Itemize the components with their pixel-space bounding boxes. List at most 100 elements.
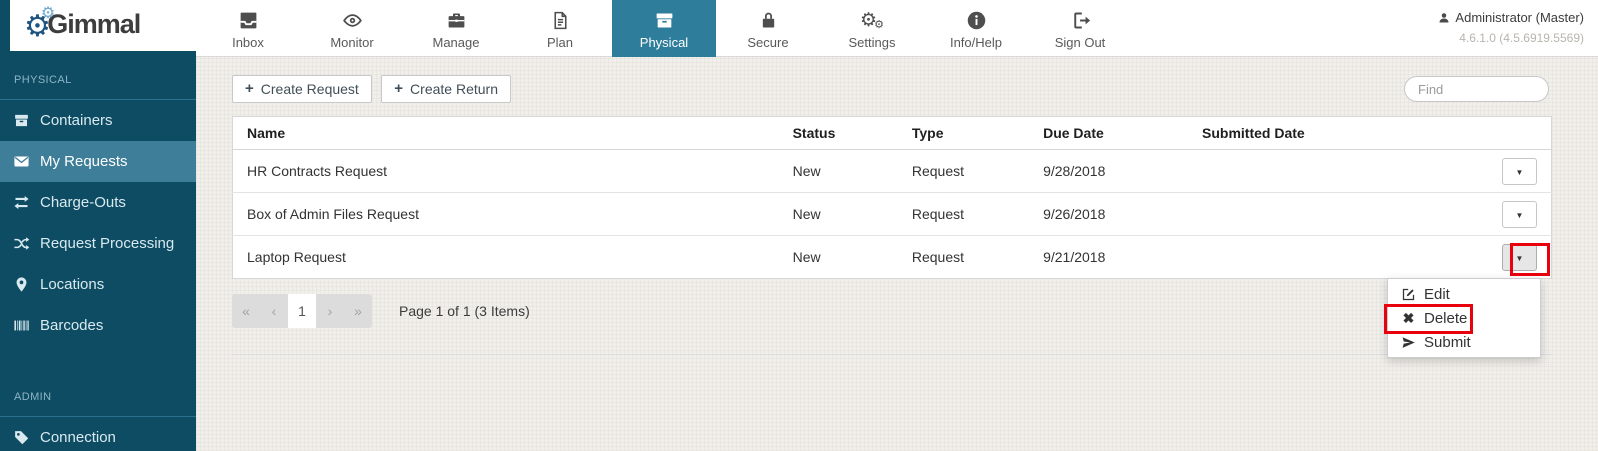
sidebar-item-connection[interactable]: Connection (0, 417, 196, 451)
sign-out-icon (1028, 8, 1132, 32)
menu-item-label: Submit (1424, 334, 1471, 351)
caret-down-icon: ▼ (1516, 168, 1524, 177)
plus-icon: + (245, 80, 254, 97)
header-left-accent-strip (0, 0, 10, 57)
top-navigation: Inbox Monitor Manage Plan Physical (196, 0, 1132, 57)
tab-label: Sign Out (1028, 35, 1132, 50)
cell-name: Laptop Request (233, 236, 779, 279)
sidebar-item-my-requests[interactable]: My Requests (0, 141, 196, 182)
column-header-status: Status (779, 117, 898, 150)
table-row: Box of Admin Files Request New Request 9… (233, 193, 1552, 236)
cell-due-date: 9/21/2018 (1029, 236, 1188, 279)
tab-label: Physical (612, 35, 716, 50)
pagination-prev-button[interactable]: ‹ (260, 294, 288, 328)
row-actions-dropdown-button-open[interactable]: ▼ (1502, 244, 1537, 271)
pager-controls: « ‹ 1 › » (232, 294, 372, 328)
paper-plane-icon (1401, 335, 1416, 350)
archive-box-icon (13, 112, 40, 129)
cell-type: Request (898, 150, 1029, 193)
tab-label: Secure (716, 35, 820, 50)
cell-due-date: 9/26/2018 (1029, 193, 1188, 236)
find-input[interactable] (1404, 76, 1549, 102)
tab-monitor[interactable]: Monitor (300, 0, 404, 57)
pagination-first-button[interactable]: « (232, 294, 260, 328)
column-header-due-date: Due Date (1029, 117, 1188, 150)
top-header-bar: ⚙ ⚙ Gimmal Inbox Monitor Manage Pl (0, 0, 1598, 57)
logo-accent-underbar (0, 51, 196, 57)
table-header-row: Name Status Type Due Date Submitted Date (233, 117, 1552, 150)
briefcase-icon (404, 8, 508, 32)
document-icon (508, 8, 612, 32)
tab-info-help[interactable]: Info/Help (924, 0, 1028, 57)
button-label: Create Return (410, 81, 498, 97)
gears-icon: ⚙⚙ (820, 8, 924, 32)
sidebar-item-request-processing[interactable]: Request Processing (0, 223, 196, 264)
cell-name: HR Contracts Request (233, 150, 779, 193)
sidebar-item-barcodes[interactable]: Barcodes (0, 305, 196, 346)
pagination-page-1[interactable]: 1 (288, 294, 316, 328)
sidebar: PHYSICAL Containers My Requests Charge-O… (0, 57, 196, 451)
user-info: Administrator (Master) 4.6.1.0 (4.5.6919… (1438, 10, 1584, 45)
plus-icon: + (394, 80, 403, 97)
sidebar-item-containers[interactable]: Containers (0, 100, 196, 141)
gear-icon: ⚙ (41, 6, 55, 22)
tag-icon (13, 429, 40, 446)
row-actions-dropdown-button[interactable]: ▼ (1502, 201, 1537, 228)
cell-submitted-date (1188, 150, 1488, 193)
tab-secure[interactable]: Secure (716, 0, 820, 57)
cell-submitted-date (1188, 193, 1488, 236)
exchange-icon (13, 194, 40, 211)
archive-box-icon (612, 8, 716, 32)
menu-item-label: Delete (1424, 310, 1467, 327)
cell-type: Request (898, 193, 1029, 236)
sidebar-item-label: Request Processing (40, 235, 174, 252)
column-header-type: Type (898, 117, 1029, 150)
menu-item-submit[interactable]: Submit (1388, 330, 1540, 354)
edit-icon (1401, 287, 1416, 302)
brand-name: Gimmal (47, 10, 140, 40)
sidebar-item-label: Locations (40, 276, 104, 293)
cell-status: New (779, 193, 898, 236)
cell-name: Box of Admin Files Request (233, 193, 779, 236)
pagination-last-button[interactable]: » (344, 294, 372, 328)
cell-due-date: 9/28/2018 (1029, 150, 1188, 193)
tab-inbox[interactable]: Inbox (196, 0, 300, 57)
caret-down-icon: ▼ (1516, 211, 1524, 220)
cell-submitted-date (1188, 236, 1488, 279)
tab-settings[interactable]: ⚙⚙ Settings (820, 0, 924, 57)
create-request-button[interactable]: + Create Request (232, 75, 372, 103)
pagination-next-button[interactable]: › (316, 294, 344, 328)
tab-manage[interactable]: Manage (404, 0, 508, 57)
map-marker-icon (13, 276, 40, 293)
tab-label: Settings (820, 35, 924, 50)
tab-sign-out[interactable]: Sign Out (1028, 0, 1132, 57)
pagination-summary: Page 1 of 1 (3 Items) (399, 303, 530, 319)
main-content-area: + Create Request + Create Return Name St… (196, 57, 1598, 451)
lock-icon (716, 8, 820, 32)
sidebar-item-label: My Requests (40, 153, 128, 170)
row-actions-dropdown-button[interactable]: ▼ (1502, 158, 1537, 185)
sidebar-item-locations[interactable]: Locations (0, 264, 196, 305)
column-header-submitted-date: Submitted Date (1188, 117, 1488, 150)
sidebar-section-admin: ADMIN Connection (0, 374, 196, 451)
app-version: 4.6.1.0 (4.5.6919.5569) (1438, 31, 1584, 45)
requests-table: Name Status Type Due Date Submitted Date… (232, 116, 1552, 279)
tab-label: Plan (508, 35, 612, 50)
sidebar-item-label: Containers (40, 112, 113, 129)
person-icon (1438, 12, 1450, 24)
toolbar: + Create Request + Create Return (232, 75, 1552, 103)
sidebar-item-charge-outs[interactable]: Charge-Outs (0, 182, 196, 223)
menu-item-delete[interactable]: ✖ Delete (1388, 306, 1540, 330)
menu-item-edit[interactable]: Edit (1388, 282, 1540, 306)
cell-status: New (779, 150, 898, 193)
sidebar-section-physical: PHYSICAL Containers My Requests Charge-O… (0, 57, 196, 346)
user-name: Administrator (Master) (1455, 10, 1584, 25)
tab-label: Monitor (300, 35, 404, 50)
tab-plan[interactable]: Plan (508, 0, 612, 57)
eye-icon (300, 8, 404, 32)
sidebar-section-label: ADMIN (0, 374, 196, 416)
tab-label: Manage (404, 35, 508, 50)
tab-physical[interactable]: Physical (612, 0, 716, 57)
create-return-button[interactable]: + Create Return (381, 75, 511, 103)
brand-logo: ⚙ ⚙ Gimmal (24, 10, 140, 40)
